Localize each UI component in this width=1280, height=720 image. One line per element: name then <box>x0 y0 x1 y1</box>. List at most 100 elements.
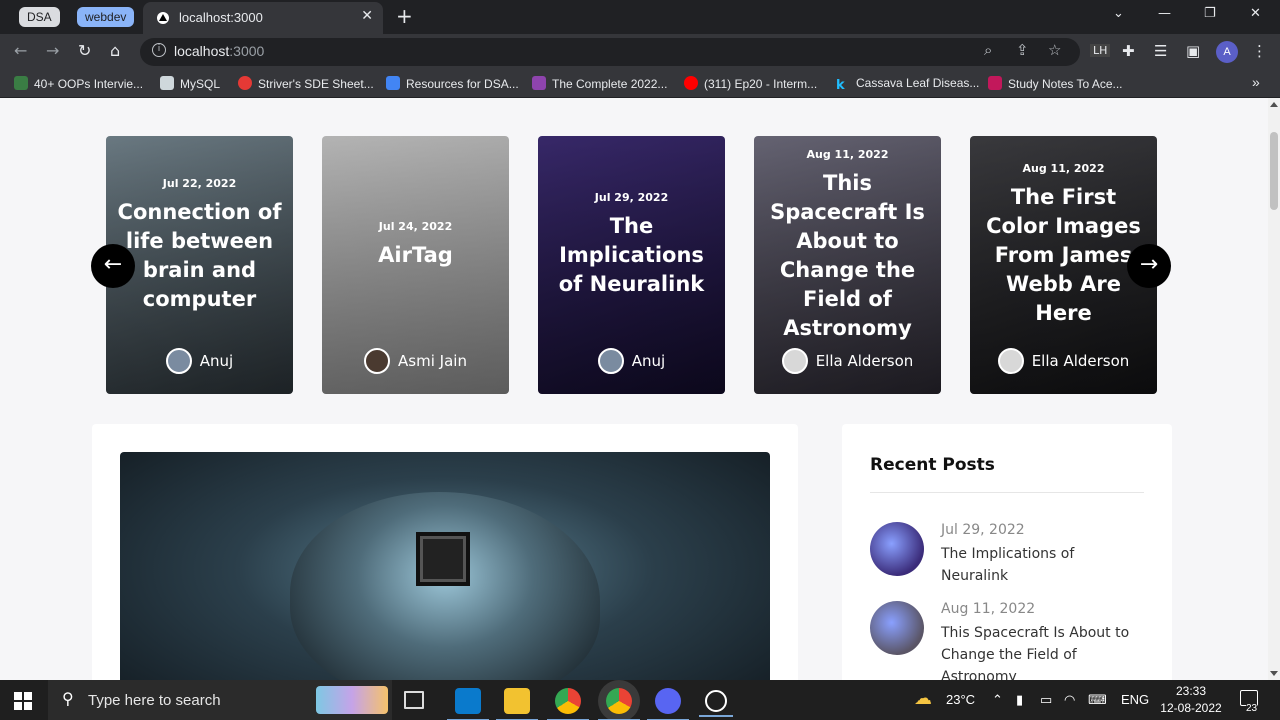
recent-posts-panel: Recent Posts Jul 29, 2022 The Implicatio… <box>842 424 1172 680</box>
card-author[interactable]: Ella Alderson <box>970 348 1157 374</box>
profile-avatar[interactable]: A <box>1216 41 1238 63</box>
card-author[interactable]: Ella Alderson <box>754 348 941 374</box>
mountain-icon <box>14 76 28 90</box>
card-date: Jul 22, 2022 <box>162 176 237 190</box>
bookmark-mysql[interactable]: MySQL <box>160 76 220 91</box>
scroll-down-arrow-icon[interactable] <box>1270 671 1278 676</box>
chrome-icon[interactable] <box>547 688 589 720</box>
bookmark-study-notes[interactable]: Study Notes To Ace... <box>988 76 1123 91</box>
carousel-prev-button[interactable]: ← <box>91 244 135 288</box>
keyboard-icon[interactable]: ⌨ <box>1088 692 1107 708</box>
author-avatar <box>781 348 808 374</box>
recent-post-title[interactable]: This Spacecraft Is About to Change the F… <box>941 622 1141 680</box>
star-icon[interactable]: ☆ <box>1048 41 1061 59</box>
clock-app-icon[interactable] <box>699 690 733 717</box>
carousel-card[interactable]: Jul 29, 2022 The Implications of Neurali… <box>538 136 725 394</box>
reading-list-icon[interactable]: ☰ <box>1154 42 1167 60</box>
task-view-icon[interactable] <box>404 691 424 709</box>
bookmark-youtube-ep20[interactable]: (311) Ep20 - Interm... <box>684 76 817 91</box>
author-avatar <box>597 348 624 374</box>
bookmark-label: MySQL <box>180 77 221 91</box>
reload-button[interactable]: ↻ <box>78 41 91 60</box>
tab-search-icon[interactable]: ⌄ <box>1113 6 1124 21</box>
share-icon[interactable]: ⇪ <box>1016 41 1029 59</box>
zoom-icon[interactable]: ⌕ <box>984 41 992 59</box>
card-author[interactable]: Anuj <box>538 348 725 374</box>
search-icon: ⚲ <box>62 689 74 708</box>
nextjs-triangle-icon <box>157 12 169 24</box>
carousel-next-button[interactable]: → <box>1127 244 1171 288</box>
card-title[interactable]: Connection of life between brain and com… <box>116 198 283 314</box>
windows-taskbar: ⚲ Type here to search ☁ 23°C ⌃ ▮ ▭ ◠ ⌨ E… <box>0 680 1280 720</box>
bookmarks-bar: 40+ OOPs Intervie... MySQL Striver's SDE… <box>0 70 1280 98</box>
card-title[interactable]: AirTag <box>378 241 453 270</box>
recent-post-thumbnail[interactable] <box>870 601 924 655</box>
page-viewport: Jul 22, 2022 Connection of life between … <box>0 98 1268 680</box>
carousel-card[interactable]: Aug 11, 2022 This Spacecraft Is About to… <box>754 136 941 394</box>
carousel-card[interactable]: Jul 24, 2022 AirTag Asmi Jain <box>322 136 509 394</box>
taskbar-search-placeholder: Type here to search <box>88 692 221 709</box>
browser-tab-bar: DSA webdev localhost:3000 ✕ + ⌄ — ❐ ✕ <box>0 0 1280 34</box>
battery-icon[interactable]: ▭ <box>1040 692 1052 708</box>
weather-temperature[interactable]: 23°C <box>946 692 975 707</box>
card-title[interactable]: The First Color Images From James Webb A… <box>980 183 1147 328</box>
chrome-profile-icon[interactable] <box>598 688 640 720</box>
featured-post-image[interactable] <box>120 452 770 680</box>
minimize-button[interactable]: — <box>1158 6 1171 21</box>
author-avatar <box>997 348 1024 374</box>
windows-start-icon[interactable] <box>14 692 32 710</box>
card-title[interactable]: This Spacecraft Is About to Change the F… <box>764 169 931 343</box>
more-bookmarks-button[interactable]: » <box>1252 74 1260 90</box>
tab-localhost[interactable]: localhost:3000 ✕ <box>143 2 383 34</box>
tray-overflow-icon[interactable]: ⌃ <box>992 692 1003 708</box>
new-tab-button[interactable]: + <box>396 4 413 28</box>
microphone-icon[interactable]: ▮ <box>1016 692 1023 708</box>
close-window-button[interactable]: ✕ <box>1250 6 1261 21</box>
search-highlight-image <box>316 686 388 714</box>
discord-icon[interactable] <box>647 688 689 720</box>
tab-group-webdev[interactable]: webdev <box>77 7 135 27</box>
bookmark-dsa-resources[interactable]: Resources for DSA... <box>386 76 519 91</box>
bookmark-cassava[interactable]: k Cassava Leaf Diseas... <box>836 76 979 93</box>
address-bar[interactable]: i localhost:3000 ⌕ ⇪ ☆ <box>140 38 1080 66</box>
bookmark-striver[interactable]: Striver's SDE Sheet... <box>238 76 374 91</box>
close-tab-icon[interactable]: ✕ <box>361 8 373 24</box>
card-author[interactable]: Asmi Jain <box>322 348 509 374</box>
menu-icon[interactable]: ⋮ <box>1252 42 1267 60</box>
card-title[interactable]: The Implications of Neuralink <box>548 212 715 299</box>
wifi-icon[interactable]: ◠ <box>1064 692 1075 708</box>
back-button[interactable]: ← <box>14 41 27 60</box>
file-explorer-icon[interactable] <box>496 688 538 720</box>
taskbar-clock[interactable]: 23:33 12-08-2022 <box>1160 683 1222 717</box>
notification-count: 23 <box>1246 703 1258 714</box>
brain-illustration <box>290 492 600 680</box>
bookmark-complete-2022[interactable]: The Complete 2022... <box>532 76 667 91</box>
recent-post-title[interactable]: The Implications of Neuralink <box>941 543 1141 587</box>
bookmark-label: (311) Ep20 - Interm... <box>704 77 818 91</box>
weather-icon[interactable]: ☁ <box>914 688 932 709</box>
tab-group-dsa[interactable]: DSA <box>19 7 60 27</box>
recent-post-date: Jul 29, 2022 <box>941 522 1025 538</box>
card-author[interactable]: Anuj <box>106 348 293 374</box>
restore-button[interactable]: ❐ <box>1204 6 1216 21</box>
recent-post-thumbnail[interactable] <box>870 522 924 576</box>
author-avatar <box>364 348 391 374</box>
forward-button[interactable]: → <box>46 41 59 60</box>
clock-time: 23:33 <box>1175 684 1207 698</box>
notes-icon <box>988 76 1002 90</box>
vscode-icon[interactable] <box>447 688 489 720</box>
bookmark-oops[interactable]: 40+ OOPs Intervie... <box>14 76 143 91</box>
home-button[interactable]: ⌂ <box>110 41 120 60</box>
page-scrollbar[interactable] <box>1268 98 1280 680</box>
clock-date: 12-08-2022 <box>1160 701 1222 715</box>
scrollbar-thumb[interactable] <box>1270 132 1278 210</box>
extensions-icon[interactable]: ✚ <box>1122 42 1135 60</box>
card-date: Jul 29, 2022 <box>594 191 669 204</box>
lighthouse-icon[interactable]: LH <box>1090 44 1111 57</box>
site-info-icon[interactable]: i <box>152 43 166 57</box>
language-indicator[interactable]: ENG <box>1121 692 1149 707</box>
sidebar-icon[interactable]: ▣ <box>1186 42 1200 60</box>
scroll-up-arrow-icon[interactable] <box>1270 102 1278 107</box>
taskbar-search[interactable]: ⚲ Type here to search <box>48 680 392 720</box>
address-host: localhost <box>174 43 230 59</box>
